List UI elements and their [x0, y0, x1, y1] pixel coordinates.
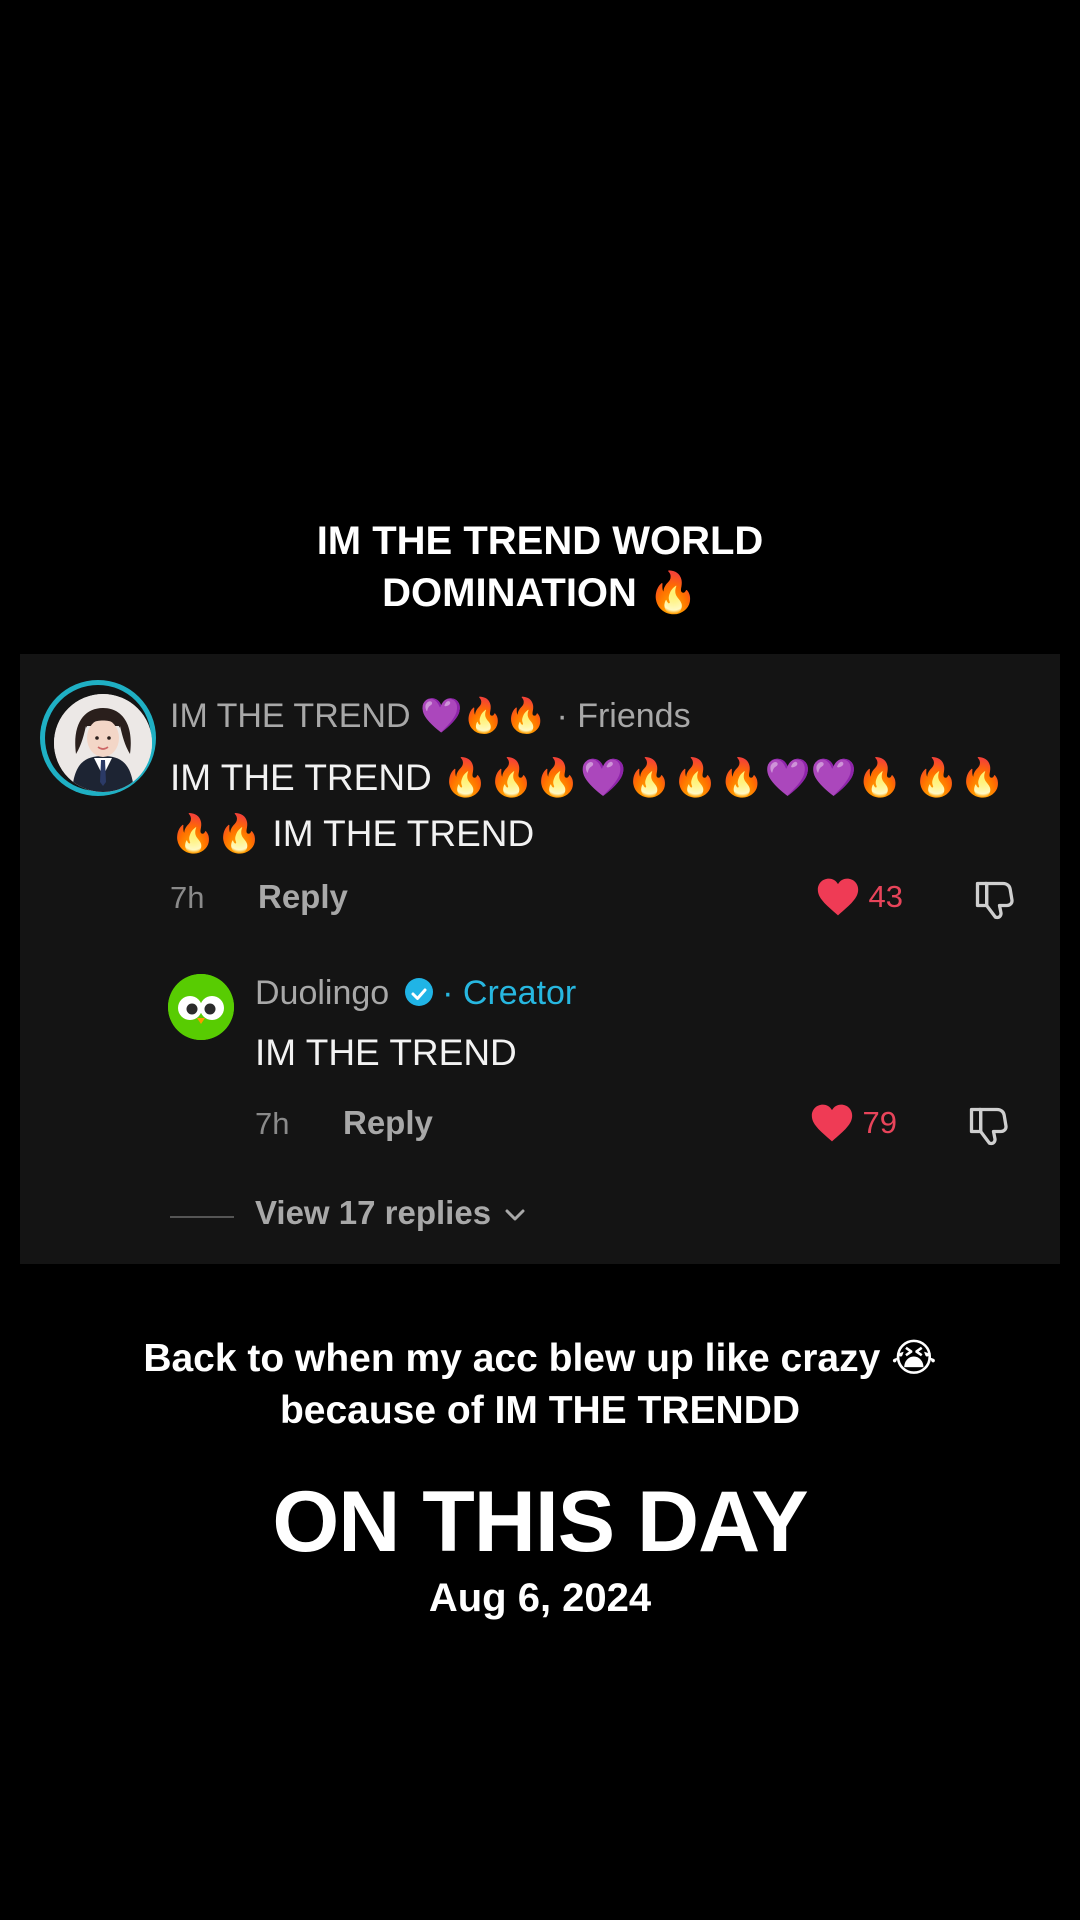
creator-tag: · Creator — [432, 974, 577, 1012]
commenter-avatar[interactable] — [40, 680, 156, 796]
on-this-day-title: ON THIS DAY — [272, 1474, 808, 1570]
view-replies-button[interactable]: View 17 replies — [255, 1194, 528, 1232]
dislike-icon[interactable] — [972, 878, 1016, 922]
reply-like-button[interactable]: 79 — [810, 1102, 897, 1144]
comment-card: IM THE TREND 💜🔥🔥 · Friends IM THE TREND … — [20, 654, 1060, 1264]
commenter-username-row[interactable]: IM THE TREND 💜🔥🔥 · Friends — [170, 696, 691, 736]
friends-tag: · Friends — [547, 697, 691, 735]
view-replies-divider — [170, 1216, 234, 1218]
comment-like-button[interactable]: 43 — [816, 876, 903, 918]
comment-time: 7h — [170, 880, 205, 915]
bottom-caption: Back to when my acc blew up like crazy 😭… — [0, 1333, 1080, 1437]
reply-reply-button[interactable]: Reply — [343, 1104, 433, 1142]
bottom-caption-line-2: because of IM THE TRENDD — [279, 1389, 801, 1432]
heart-icon — [817, 878, 859, 916]
memory-date: Aug 6, 2024 — [428, 1576, 652, 1620]
commenter-username[interactable]: IM THE TREND 💜🔥🔥 — [170, 697, 547, 735]
reply-username-row[interactable]: Duolingo · Creator — [255, 974, 576, 1013]
comment-text: IM THE TREND 🔥🔥🔥💜🔥🔥🔥💜💜🔥 🔥🔥🔥🔥 IM THE TREN… — [170, 757, 1006, 854]
reply-like-count: 79 — [862, 1105, 897, 1140]
top-caption: IM THE TREND WORLD DOMINATION 🔥 — [0, 515, 1080, 619]
top-caption-line-1: IM THE TREND WORLD — [316, 519, 764, 563]
reply-text: IM THE TREND — [255, 1032, 517, 1073]
view-replies-label: View 17 replies — [255, 1194, 492, 1231]
dislike-icon[interactable] — [966, 1104, 1010, 1148]
comment-like-count: 43 — [868, 879, 903, 914]
chevron-down-icon — [505, 1209, 525, 1221]
duolingo-avatar[interactable] — [168, 974, 234, 1040]
comment-reply-button[interactable]: Reply — [258, 878, 348, 916]
verified-badge-icon — [404, 978, 433, 1007]
heart-icon — [811, 1104, 853, 1142]
reply-username[interactable]: Duolingo — [255, 974, 389, 1012]
top-caption-line-2: DOMINATION 🔥 — [382, 571, 698, 615]
duolingo-owl-icon — [168, 974, 234, 1040]
avatar-photo-icon — [54, 694, 152, 792]
bottom-caption-line-1: Back to when my acc blew up like crazy 😭 — [143, 1337, 937, 1380]
reply-time: 7h — [255, 1106, 290, 1141]
